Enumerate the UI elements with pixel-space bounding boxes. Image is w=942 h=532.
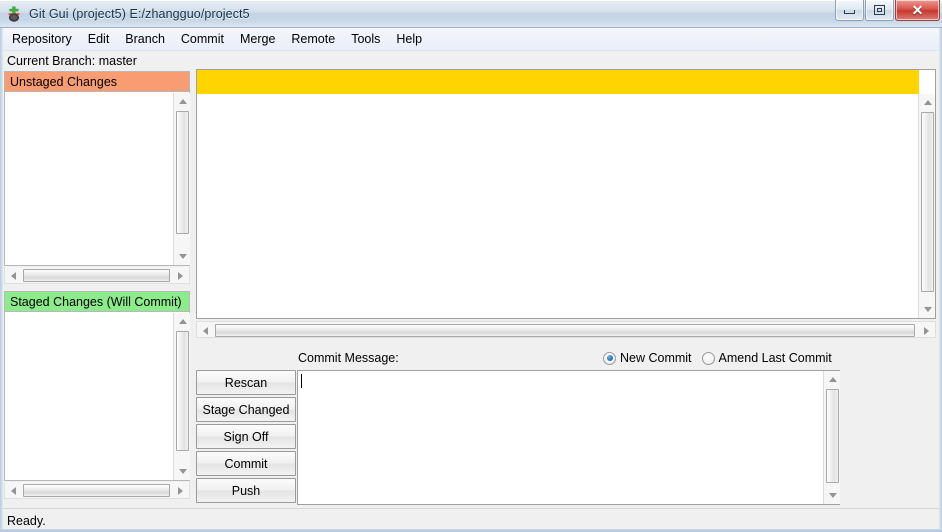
scroll-up-arrow-icon[interactable] xyxy=(824,371,841,388)
unstaged-hscroll-thumb[interactable] xyxy=(23,269,170,282)
sign-off-button[interactable]: Sign Off xyxy=(196,424,296,449)
scroll-up-arrow-icon[interactable] xyxy=(174,313,191,330)
scroll-up-arrow-icon[interactable] xyxy=(174,93,191,110)
diff-viewer[interactable] xyxy=(196,69,936,319)
menu-bar: Repository Edit Branch Commit Merge Remo… xyxy=(0,28,942,51)
diff-banner xyxy=(197,70,919,94)
git-gui-window: Git Gui (project5) E:/zhangguo/project5 … xyxy=(0,0,942,532)
unstaged-changes-header: Unstaged Changes xyxy=(4,71,190,92)
menu-item-repository[interactable]: Repository xyxy=(4,30,80,48)
menu-item-remote[interactable]: Remote xyxy=(283,30,343,48)
scroll-left-arrow-icon[interactable] xyxy=(5,267,22,284)
staged-scroll-thumb[interactable] xyxy=(176,331,189,451)
menu-item-commit[interactable]: Commit xyxy=(173,30,232,48)
unstaged-vertical-scrollbar[interactable] xyxy=(173,93,190,265)
diff-hscroll-thumb[interactable] xyxy=(215,324,915,337)
menu-item-merge[interactable]: Merge xyxy=(232,30,283,48)
scroll-up-arrow-icon[interactable] xyxy=(919,94,936,111)
stage-changed-button[interactable]: Stage Changed xyxy=(196,397,296,422)
close-icon[interactable]: ✕ xyxy=(895,0,940,21)
radio-new-commit-label[interactable]: New Commit xyxy=(620,351,692,365)
scroll-down-arrow-icon[interactable] xyxy=(824,487,841,504)
diff-horizontal-scrollbar[interactable] xyxy=(196,321,936,338)
diff-vertical-scrollbar[interactable] xyxy=(918,94,935,318)
scroll-down-arrow-icon[interactable] xyxy=(174,463,191,480)
scroll-left-arrow-icon[interactable] xyxy=(197,322,214,339)
current-branch-label: Current Branch: master xyxy=(7,54,137,68)
close-glyph: ✕ xyxy=(912,3,924,17)
unstaged-changes-list[interactable] xyxy=(4,92,190,266)
scroll-down-arrow-icon[interactable] xyxy=(919,301,936,318)
radio-amend-last-commit[interactable] xyxy=(702,352,715,365)
menu-item-edit[interactable]: Edit xyxy=(80,30,118,48)
scroll-down-arrow-icon[interactable] xyxy=(174,248,191,265)
status-text: Ready. xyxy=(7,514,46,528)
scroll-right-arrow-icon[interactable] xyxy=(172,267,189,284)
restore-icon[interactable] xyxy=(865,0,894,21)
git-gui-icon xyxy=(5,5,23,23)
window-controls: ✕ xyxy=(834,0,940,23)
radio-new-commit[interactable] xyxy=(603,352,616,365)
unstaged-horizontal-scrollbar[interactable] xyxy=(4,267,190,284)
staged-horizontal-scrollbar[interactable] xyxy=(4,482,190,499)
diff-content[interactable] xyxy=(197,94,919,318)
staged-changes-label: Staged Changes (Will Commit) xyxy=(10,295,182,309)
window-left-edge xyxy=(0,28,3,532)
current-branch-bar: Current Branch: master xyxy=(0,51,942,70)
staged-vertical-scrollbar[interactable] xyxy=(173,313,190,480)
commit-message-scroll-thumb[interactable] xyxy=(826,389,839,483)
commit-message-label: Commit Message: xyxy=(298,351,399,365)
commit-message-vertical-scrollbar[interactable] xyxy=(823,371,840,504)
minimize-icon[interactable] xyxy=(835,0,864,21)
commit-mode-radio-group: New Commit Amend Last Commit xyxy=(603,351,842,365)
radio-amend-last-commit-label[interactable]: Amend Last Commit xyxy=(719,351,832,365)
scroll-right-arrow-icon[interactable] xyxy=(918,322,935,339)
window-title: Git Gui (project5) E:/zhangguo/project5 xyxy=(29,7,250,21)
menu-item-tools[interactable]: Tools xyxy=(343,30,388,48)
commit-message-input[interactable] xyxy=(297,370,840,505)
menu-item-help[interactable]: Help xyxy=(388,30,430,48)
title-bar: Git Gui (project5) E:/zhangguo/project5 … xyxy=(0,0,942,28)
diff-scroll-thumb[interactable] xyxy=(921,112,934,292)
staged-changes-header: Staged Changes (Will Commit) xyxy=(4,291,190,312)
unstaged-changes-label: Unstaged Changes xyxy=(10,75,117,89)
push-button[interactable]: Push xyxy=(196,478,296,503)
staged-hscroll-thumb[interactable] xyxy=(23,484,170,497)
rescan-button[interactable]: Rescan xyxy=(196,370,296,395)
text-caret xyxy=(301,374,302,388)
menu-item-branch[interactable]: Branch xyxy=(117,30,173,48)
scroll-right-arrow-icon[interactable] xyxy=(172,482,189,499)
commit-message-text[interactable] xyxy=(298,371,823,504)
unstaged-scroll-thumb[interactable] xyxy=(176,111,189,234)
staged-changes-list[interactable] xyxy=(4,312,190,481)
commit-button[interactable]: Commit xyxy=(196,451,296,476)
scroll-left-arrow-icon[interactable] xyxy=(5,482,22,499)
